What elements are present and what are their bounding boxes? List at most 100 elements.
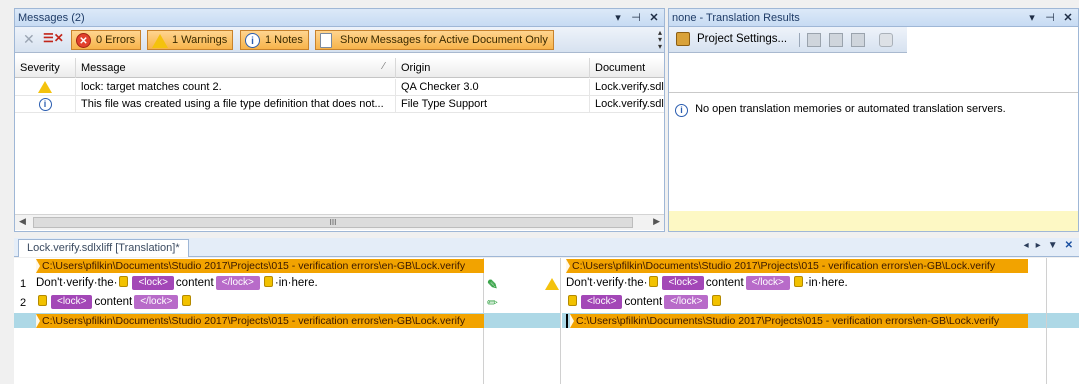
message-cell: lock: target matches count 2. xyxy=(76,79,396,96)
translation-title: none - Translation Results xyxy=(672,12,800,24)
lock-open-tag[interactable]: <lock> xyxy=(132,275,174,290)
show-active-document-button[interactable]: Show Messages for Active Document Only xyxy=(315,30,554,50)
horizontal-scrollbar[interactable]: ◀ III ▶ xyxy=(15,214,664,230)
document-icon xyxy=(320,33,332,48)
tm-icon-4[interactable] xyxy=(879,33,893,47)
lock-icon xyxy=(119,276,129,287)
dropdown-arrow-icon[interactable]: ▾ xyxy=(1026,9,1038,27)
top-strip xyxy=(0,0,1079,8)
scroll-left-icon[interactable]: ◀ xyxy=(19,216,26,227)
status-column: ✎ ✏ xyxy=(484,258,561,384)
tm-icon-1[interactable] xyxy=(807,33,821,47)
target-column: C:\Users\pfilkin\Documents\Studio 2017\P… xyxy=(562,258,1079,384)
messages-grid-header: Severity Message ⁄ Origin Document xyxy=(15,58,664,78)
sort-indicator-icon: ⁄ xyxy=(383,61,385,72)
row-number: 2 xyxy=(20,297,27,309)
message-cell: This file was created using a file type … xyxy=(76,96,396,113)
lock-icon xyxy=(712,295,722,306)
lock-icon xyxy=(263,276,273,287)
project-settings-icon xyxy=(676,32,690,46)
lock-open-tag[interactable]: <lock> xyxy=(662,275,704,290)
target-end-path-tag[interactable]: C:\Users\pfilkin\Documents\Studio 2017\P… xyxy=(570,314,1028,328)
editor-tab[interactable]: Lock.verify.sdlxliff [Translation]* xyxy=(18,239,189,257)
tab-close-icon[interactable]: ✕ xyxy=(1065,240,1073,251)
source-start-path-tag[interactable]: C:\Users\pfilkin\Documents\Studio 2017\P… xyxy=(36,259,484,273)
severity-cell xyxy=(15,79,76,96)
info-icon: i xyxy=(675,104,688,117)
results-footer xyxy=(669,211,1078,231)
tab-left-icon[interactable]: ◂ xyxy=(1024,240,1029,251)
toolbar-separator xyxy=(799,33,800,47)
origin-cell: QA Checker 3.0 xyxy=(396,79,590,96)
project-settings-button[interactable]: Project Settings... xyxy=(697,33,787,45)
error-icon: ✕ xyxy=(76,33,91,48)
tm-icon-3[interactable] xyxy=(851,33,865,47)
warnings-filter-button[interactable]: 1 Warnings xyxy=(147,30,234,50)
translation-toolbar: Project Settings... xyxy=(669,27,907,53)
target-right-divider xyxy=(1046,258,1047,384)
errors-filter-button[interactable]: ✕ 0 Errors xyxy=(71,30,142,50)
scroll-thumb[interactable]: III xyxy=(33,217,633,228)
info-icon: i xyxy=(38,98,52,111)
scroll-right-icon[interactable]: ▶ xyxy=(653,216,660,227)
table-row[interactable]: lock: target matches count 2. QA Checker… xyxy=(15,79,664,96)
toolbar-overflow-icon[interactable]: ▴ ▾ ▾ xyxy=(658,29,662,51)
lock-icon xyxy=(182,295,192,306)
column-origin[interactable]: Origin xyxy=(396,58,590,78)
severity-cell: i xyxy=(15,96,76,113)
warning-icon xyxy=(152,33,168,48)
source-segment-2[interactable]: <lock> content </lock> xyxy=(36,293,193,311)
lock-icon xyxy=(568,295,577,306)
tab-dropdown-icon[interactable]: ▼ xyxy=(1048,240,1058,251)
target-segment-1[interactable]: Don't·verify·the· <lock> content </lock> ·in… xyxy=(566,274,848,292)
lock-close-tag[interactable]: </lock> xyxy=(745,275,790,290)
translated-status-icon: ✎ xyxy=(487,277,498,292)
column-message[interactable]: Message xyxy=(76,58,396,78)
target-start-path-tag[interactable]: C:\Users\pfilkin\Documents\Studio 2017\P… xyxy=(566,259,1028,273)
origin-cell: File Type Support xyxy=(396,96,590,113)
translation-title-bar: none - Translation Results ▾ ⊣ ✕ xyxy=(669,9,1078,27)
results-message: i No open translation memories or automa… xyxy=(675,101,1075,117)
status-end-row xyxy=(484,313,560,328)
source-end-path-tag[interactable]: C:\Users\pfilkin\Documents\Studio 2017\P… xyxy=(36,314,484,328)
pin-icon[interactable]: ⊣ xyxy=(1044,9,1056,27)
tm-icon-2[interactable] xyxy=(829,33,843,47)
messages-toolbar: ✕ ☰✕ ✕ 0 Errors 1 Warnings i 1 Notes Sho… xyxy=(15,27,664,53)
column-severity[interactable]: Severity xyxy=(15,58,76,78)
text-cursor xyxy=(566,314,568,328)
document-cell: Lock.verify.sdl xyxy=(595,81,664,93)
dropdown-arrow-icon[interactable]: ▾ xyxy=(612,9,624,27)
table-row[interactable]: i This file was created using a file typ… xyxy=(15,96,664,113)
column-document[interactable]: Document xyxy=(590,58,664,78)
lock-close-tag[interactable]: </lock> xyxy=(215,275,260,290)
source-column: C:\Users\pfilkin\Documents\Studio 2017\P… xyxy=(14,258,484,384)
document-cell: Lock.verify.sdl xyxy=(595,98,664,110)
tab-controls: ◂ ▸ ▼ ✕ xyxy=(1024,240,1073,251)
close-icon[interactable]: ✕ xyxy=(648,9,660,27)
lock-close-tag[interactable]: </lock> xyxy=(664,294,709,309)
tab-right-icon[interactable]: ▸ xyxy=(1036,240,1041,251)
target-segment-2[interactable]: <lock> content </lock> xyxy=(566,293,723,311)
lock-icon xyxy=(38,295,47,306)
delete-all-icon[interactable]: ☰✕ xyxy=(43,31,64,45)
source-segment-1[interactable]: Don't·verify·the· <lock> content </lock> ·in… xyxy=(36,274,318,292)
editor-tab-bar: Lock.verify.sdlxliff [Translation]* ◂ ▸ … xyxy=(14,238,1079,257)
lock-icon xyxy=(649,276,659,287)
results-area xyxy=(669,53,1078,93)
info-icon: i xyxy=(245,33,260,48)
draft-status-icon: ✏ xyxy=(487,295,498,310)
clear-icon[interactable]: ✕ xyxy=(23,31,35,48)
messages-title-bar: Messages (2) ▾ ⊣ ✕ xyxy=(15,9,664,27)
warning-icon[interactable] xyxy=(545,278,559,290)
close-icon[interactable]: ✕ xyxy=(1062,9,1074,27)
lock-open-tag[interactable]: <lock> xyxy=(51,294,93,309)
messages-panel: Messages (2) ▾ ⊣ ✕ ✕ ☰✕ ✕ 0 Errors 1 War… xyxy=(14,8,665,232)
notes-filter-button[interactable]: i 1 Notes xyxy=(240,30,309,50)
row-number: 1 xyxy=(20,278,27,290)
translation-results-panel: none - Translation Results ▾ ⊣ ✕ Project… xyxy=(668,8,1079,232)
lock-close-tag[interactable]: </lock> xyxy=(134,294,179,309)
lock-open-tag[interactable]: <lock> xyxy=(581,294,623,309)
lock-icon xyxy=(793,276,803,287)
pin-icon[interactable]: ⊣ xyxy=(630,9,642,27)
messages-title: Messages (2) xyxy=(18,12,85,24)
